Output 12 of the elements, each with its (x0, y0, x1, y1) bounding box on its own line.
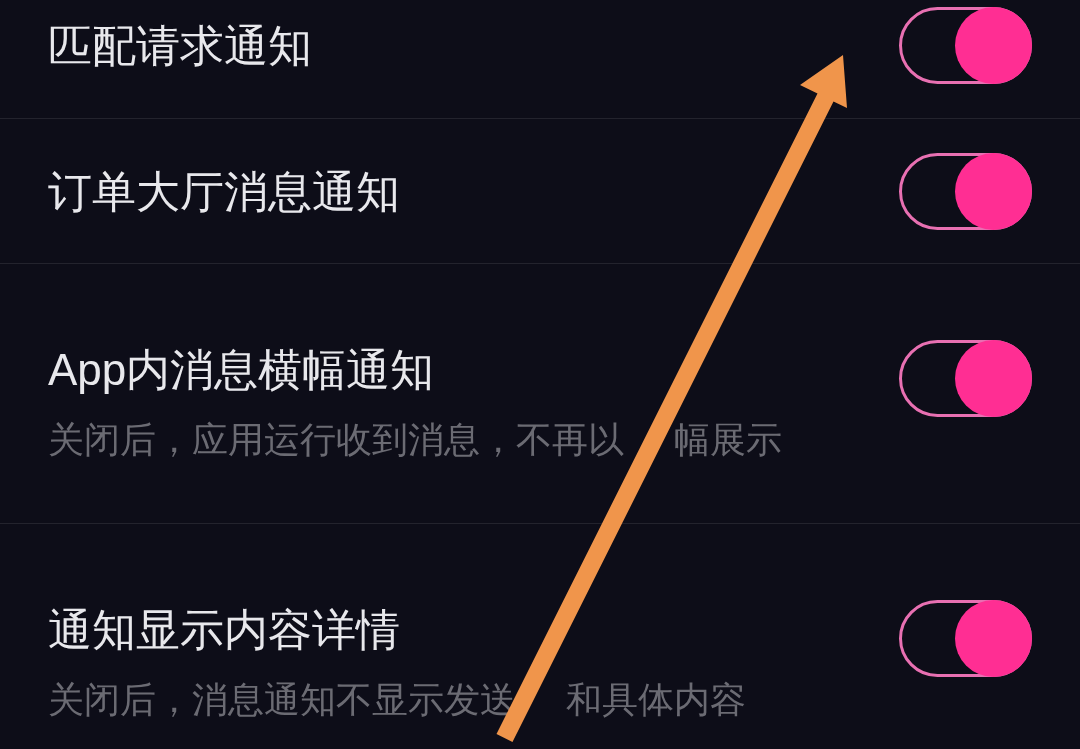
setting-description: 和具体内容 (566, 678, 746, 722)
setting-description: 幅展示 (674, 418, 782, 462)
setting-title: 订单大厅消息通知 (48, 165, 400, 218)
setting-title: 通知显示内容详情 (48, 604, 400, 656)
toggle-switch[interactable] (899, 340, 1032, 417)
toggle-switch[interactable] (899, 7, 1032, 84)
toggle-switch[interactable] (899, 600, 1032, 677)
toggle-switch[interactable] (899, 152, 1032, 230)
setting-title: 匹配请求通知 (48, 20, 312, 72)
setting-description: 关闭后，应用运行收到消息，不再以 (48, 418, 624, 462)
setting-description: 关闭后，消息通知不显示发送 (48, 678, 516, 722)
setting-title: App内消息横幅通知 (48, 344, 435, 396)
